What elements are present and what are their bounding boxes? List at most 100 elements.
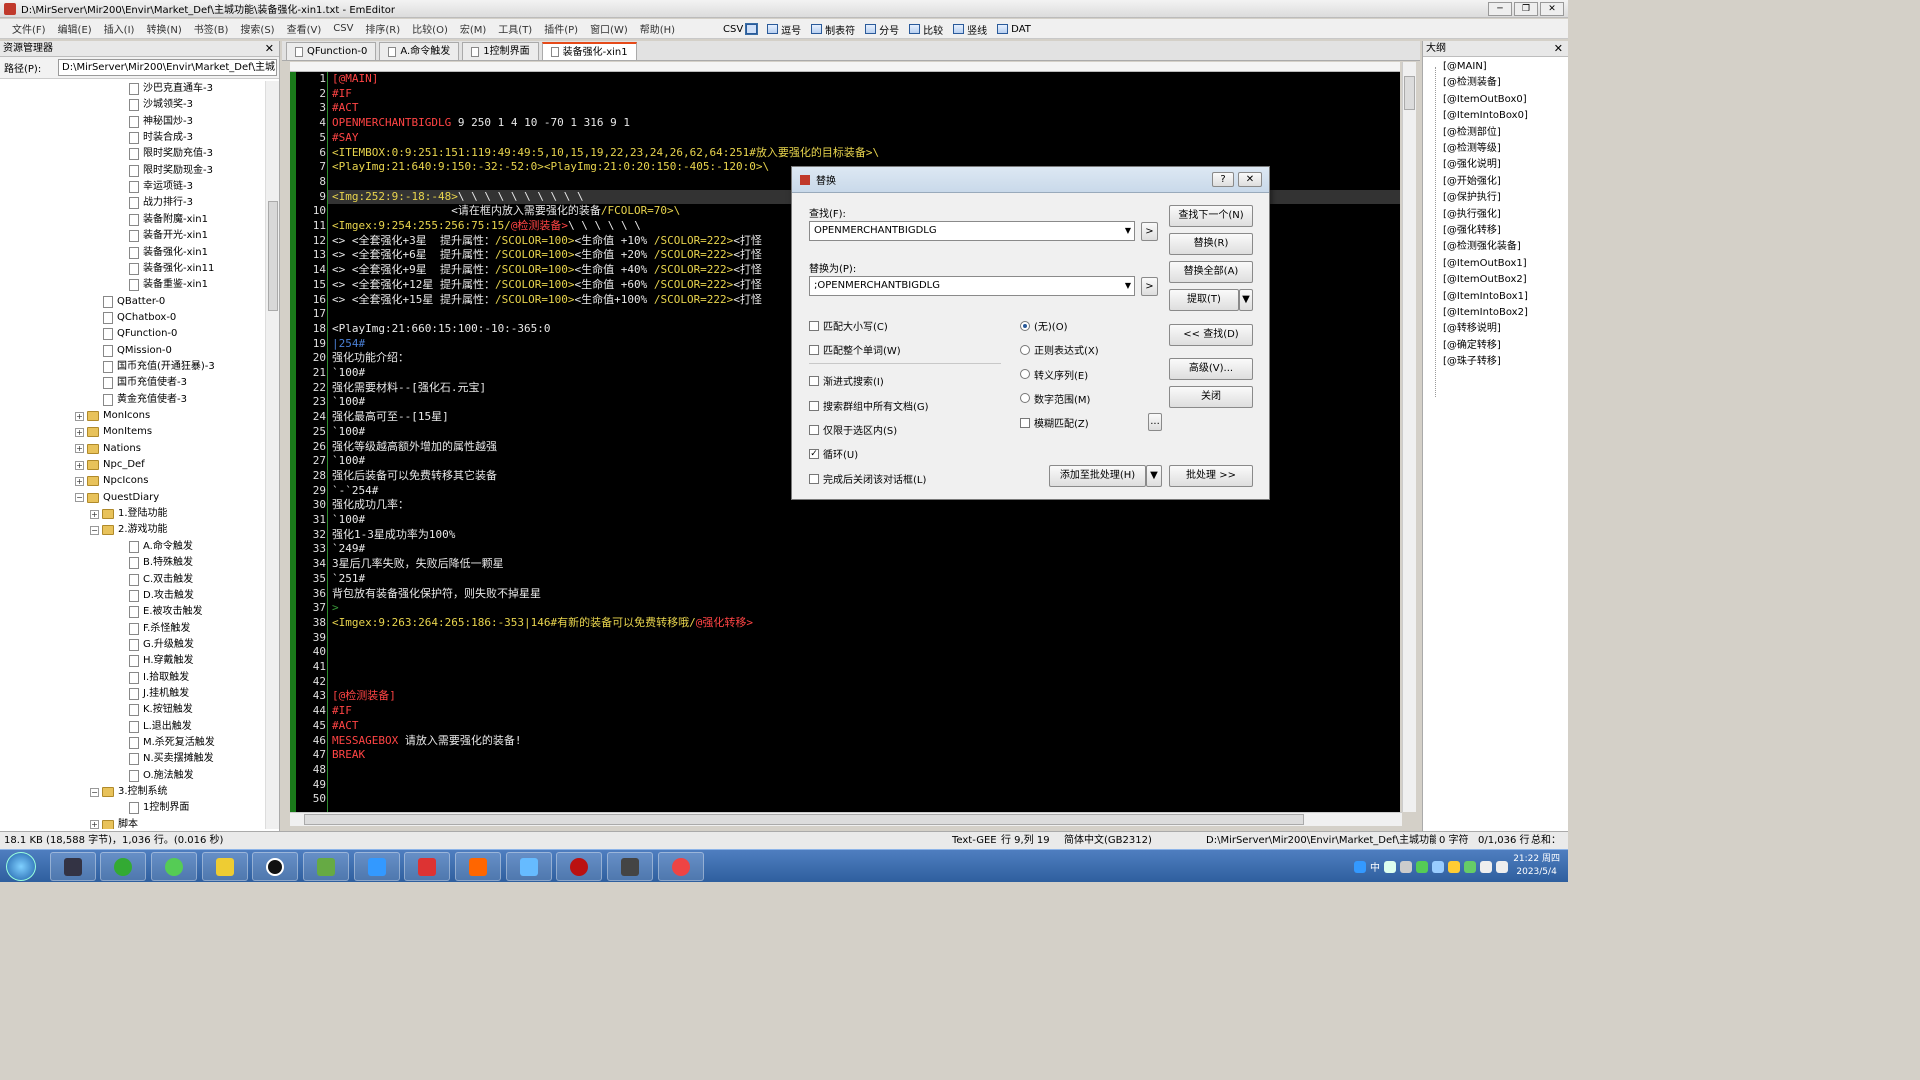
tree-file-item[interactable]: G.升级触发 — [129, 637, 194, 653]
extract-button[interactable]: 提取(T) — [1169, 289, 1239, 311]
tree-file-item[interactable]: 限时奖励充值-3 — [129, 146, 213, 162]
tree-file-item[interactable]: 幸运项链-3 — [129, 179, 193, 195]
tray-volume-icon[interactable] — [1480, 860, 1492, 873]
replace-all-button[interactable]: 替换全部(A) — [1169, 261, 1253, 283]
taskbar-app-brush[interactable] — [303, 852, 349, 881]
tree-file-item[interactable]: A.命令触发 — [129, 539, 193, 555]
tree-expander-icon[interactable]: − — [75, 493, 84, 503]
outline-item[interactable]: [@ItemOutBox0] — [1443, 92, 1527, 108]
editor-vscroll-thumb[interactable] — [1404, 76, 1415, 110]
taskbar-app-mr[interactable] — [50, 852, 96, 881]
minimize-button[interactable]: ─ — [1488, 2, 1512, 16]
taskbar-app-v[interactable] — [556, 852, 602, 881]
dialog-close-text-button[interactable]: 关闭 — [1169, 386, 1253, 408]
tree-file-item[interactable]: QFunction-0 — [103, 326, 177, 342]
tree-expander-icon[interactable]: − — [90, 525, 99, 535]
tree-folder-item[interactable]: + Nations — [75, 441, 141, 457]
csv-separator-button[interactable]: 竖线 — [950, 22, 990, 37]
tree-expander-icon[interactable]: + — [75, 427, 84, 437]
menu-item[interactable]: 插入(I) — [98, 21, 141, 36]
tree-file-item[interactable]: 装备开光-xin1 — [129, 228, 208, 244]
tray-ime-label[interactable]: 中 — [1370, 859, 1380, 874]
tree-folder-item[interactable]: + MonIcons — [75, 408, 150, 424]
csv-separator-button[interactable]: 逗号 — [764, 22, 804, 37]
tree-file-item[interactable]: C.双击触发 — [129, 572, 193, 588]
csv-separator-button[interactable]: 制表符 — [808, 22, 858, 37]
tree-file-item[interactable]: 时装合成-3 — [129, 130, 193, 146]
search-mode-radio[interactable]: 转义序列(E) — [1020, 367, 1088, 382]
status-encoding[interactable]: 简体中文(GB2312) — [1064, 832, 1152, 849]
taskbar-app-help[interactable] — [202, 852, 248, 881]
menu-item[interactable]: CSV — [327, 23, 359, 34]
tree-expander-icon[interactable]: + — [75, 411, 84, 421]
menu-item[interactable]: 比较(O) — [406, 21, 454, 36]
tree-file-item[interactable]: QMission-0 — [103, 343, 172, 359]
taskbar-app-red-doc[interactable] — [404, 852, 450, 881]
menu-item[interactable]: 书签(B) — [188, 21, 235, 36]
outline-item[interactable]: [@确定转移] — [1443, 338, 1501, 354]
outline-item[interactable]: [@强化转移] — [1443, 223, 1501, 239]
option-checkbox[interactable]: 匹配整个单词(W) — [809, 342, 901, 357]
outline-close-icon[interactable]: ✕ — [1554, 41, 1563, 56]
tray-app-icon-4[interactable] — [1432, 860, 1444, 873]
tree-expander-icon[interactable]: − — [90, 787, 99, 797]
option-checkbox[interactable]: 仅限于选区内(S) — [809, 422, 897, 437]
option-checkbox[interactable]: 完成后关闭该对话框(L) — [809, 471, 926, 486]
tray-app-icon-3[interactable] — [1416, 860, 1428, 873]
batch-button[interactable]: 批处理 >> — [1169, 465, 1253, 487]
csv-mode-button[interactable]: CSV — [720, 23, 760, 35]
outline-item[interactable]: [@珠子转移] — [1443, 354, 1501, 370]
tree-file-item[interactable]: 1控制界面 — [129, 800, 189, 816]
search-mode-radio[interactable]: 正则表达式(X) — [1020, 342, 1099, 357]
menu-item[interactable]: 转换(N) — [140, 21, 187, 36]
taskbar-app-green-plus[interactable] — [100, 852, 146, 881]
tree-file-item[interactable]: 神秘国炒-3 — [129, 114, 193, 130]
tree-file-item[interactable]: 战力排行-3 — [129, 195, 193, 211]
editor-vertical-scrollbar[interactable] — [1402, 62, 1416, 812]
tree-expander-icon[interactable]: + — [90, 509, 99, 519]
menu-item[interactable]: 宏(M) — [454, 21, 492, 36]
menu-item[interactable]: 查看(V) — [281, 21, 328, 36]
status-position[interactable]: 行 9,列 19 — [1001, 832, 1050, 849]
path-combo[interactable]: D:\MirServer\Mir200\Envir\Market_Def\主城 — [58, 59, 277, 76]
outline-item[interactable]: [@保护执行] — [1443, 190, 1501, 206]
find-next-button[interactable]: 查找下一个(N) — [1169, 205, 1253, 227]
csv-separator-button[interactable]: 分号 — [862, 22, 902, 37]
tree-file-item[interactable]: K.按钮触发 — [129, 702, 193, 718]
csv-separator-button[interactable]: DAT — [994, 22, 1034, 37]
taskbar-app-camera[interactable] — [658, 852, 704, 881]
menu-item[interactable]: 搜索(S) — [234, 21, 280, 36]
extract-dropdown-button[interactable]: ▼ — [1239, 289, 1253, 311]
search-mode-radio[interactable]: (无)(O) — [1020, 318, 1067, 333]
tree-file-item[interactable]: F.杀怪触发 — [129, 621, 190, 637]
tree-file-item[interactable]: 国币充值(开通狂暴)-3 — [103, 359, 215, 375]
find-dropdown-icon[interactable]: ▼ — [1125, 222, 1131, 240]
tree-file-item[interactable]: 限时奖励现金-3 — [129, 163, 213, 179]
tree-file-item[interactable]: 沙城领奖-3 — [129, 97, 193, 113]
outline-item[interactable]: [@检测部位] — [1443, 125, 1501, 141]
tree-file-item[interactable]: 装备附魔-xin1 — [129, 212, 208, 228]
tree-file-item[interactable]: 黄金充值使者-3 — [103, 392, 187, 408]
menu-item[interactable]: 窗口(W) — [584, 21, 634, 36]
tree-folder-item[interactable]: − 3.控制系统 — [90, 784, 168, 800]
tree-scrollbar[interactable] — [265, 81, 279, 829]
document-tab[interactable]: A.命令触发 — [379, 42, 460, 60]
taskbar-app-dragon[interactable] — [607, 852, 653, 881]
fuzzy-match-checkbox[interactable]: 模糊匹配(Z) — [1020, 415, 1089, 430]
tree-file-item[interactable]: D.攻击触发 — [129, 588, 194, 604]
tray-app-icon-1[interactable] — [1384, 860, 1396, 873]
tree-expander-icon[interactable]: + — [75, 444, 84, 454]
tree-file-item[interactable]: M.杀死复活触发 — [129, 735, 215, 751]
tree-file-item[interactable]: L.退出触发 — [129, 719, 192, 735]
option-checkbox[interactable]: 渐进式搜索(I) — [809, 373, 884, 388]
taskbar-app-yinyang[interactable] — [252, 852, 298, 881]
document-tab[interactable]: 装备强化-xin1 — [541, 42, 637, 60]
tree-file-item[interactable]: B.特殊触发 — [129, 555, 193, 571]
tree-file-item[interactable]: H.穿戴触发 — [129, 653, 194, 669]
outline-item[interactable]: [@ItemIntoBox2] — [1443, 305, 1528, 321]
outline-item[interactable]: [@检测等级] — [1443, 141, 1501, 157]
add-to-batch-dropdown[interactable]: ▼ — [1146, 465, 1162, 487]
taskbar-clock[interactable]: 21:22 周四 2023/5/4 — [1513, 853, 1560, 879]
outline-item[interactable]: [@ItemIntoBox1] — [1443, 289, 1528, 305]
outline-item[interactable]: [@ItemOutBox2] — [1443, 272, 1527, 288]
